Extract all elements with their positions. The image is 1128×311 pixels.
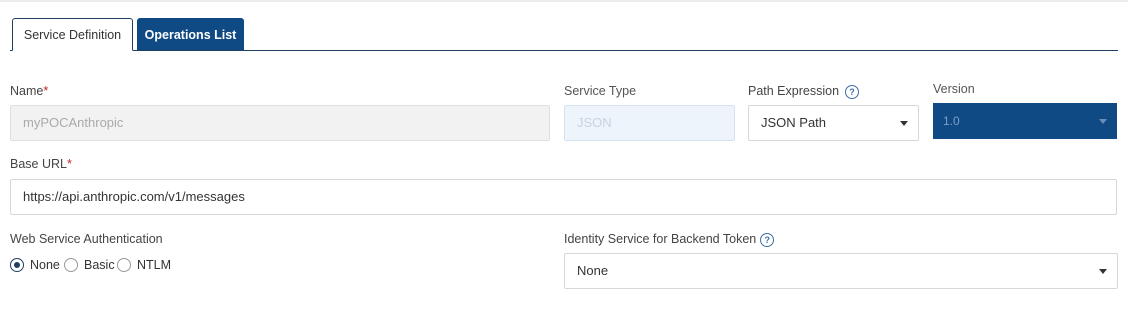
name-label: Name* <box>10 84 48 98</box>
required-mark: * <box>66 157 72 171</box>
chevron-down-icon <box>1099 269 1107 274</box>
version-select[interactable]: 1.0 <box>933 103 1117 139</box>
path-expression-label: Path Expression? <box>748 84 860 99</box>
radio-unchecked-icon <box>117 258 131 272</box>
base-url-input[interactable]: https://api.anthropic.com/v1/messages <box>10 179 1117 215</box>
tab-service-definition[interactable]: Service Definition <box>12 18 133 51</box>
base-url-label-text: Base URL <box>10 157 67 171</box>
radio-label: NTLM <box>137 258 172 272</box>
version-label: Version <box>933 82 975 96</box>
required-mark: * <box>43 84 49 98</box>
service-type-label: Service Type <box>564 84 637 98</box>
chevron-down-icon <box>900 121 908 126</box>
identity-service-value: None <box>577 263 609 278</box>
name-label-text: Name <box>10 84 44 98</box>
version-value: 1.0 <box>943 114 960 128</box>
question-circle-icon[interactable]: ? <box>760 232 775 247</box>
name-field[interactable]: myPOCAnthropic <box>10 105 550 141</box>
tab-bar: Service Definition Operations List <box>0 18 1118 51</box>
top-divider <box>0 0 1128 2</box>
identity-service-select[interactable]: None <box>564 253 1118 289</box>
service-type-field[interactable]: JSON <box>564 105 735 141</box>
question-circle-icon[interactable]: ? <box>845 84 860 99</box>
web-service-auth-label: Web Service Authentication <box>10 232 163 246</box>
radio-label: Basic <box>84 258 115 272</box>
tab-operations-list[interactable]: Operations List <box>137 18 244 50</box>
identity-service-label-text: Identity Service for Backend Token <box>564 232 757 246</box>
radio-checked-icon <box>10 258 24 272</box>
path-expression-select[interactable]: JSON Path <box>748 105 919 141</box>
chevron-down-icon <box>1099 119 1107 124</box>
radio-label: None <box>30 258 60 272</box>
path-expression-value: JSON Path <box>761 115 827 130</box>
path-expression-label-text: Path Expression <box>748 84 840 98</box>
base-url-label: Base URL* <box>10 157 72 171</box>
identity-service-label: Identity Service for Backend Token? <box>564 232 775 247</box>
radio-unchecked-icon <box>64 258 78 272</box>
